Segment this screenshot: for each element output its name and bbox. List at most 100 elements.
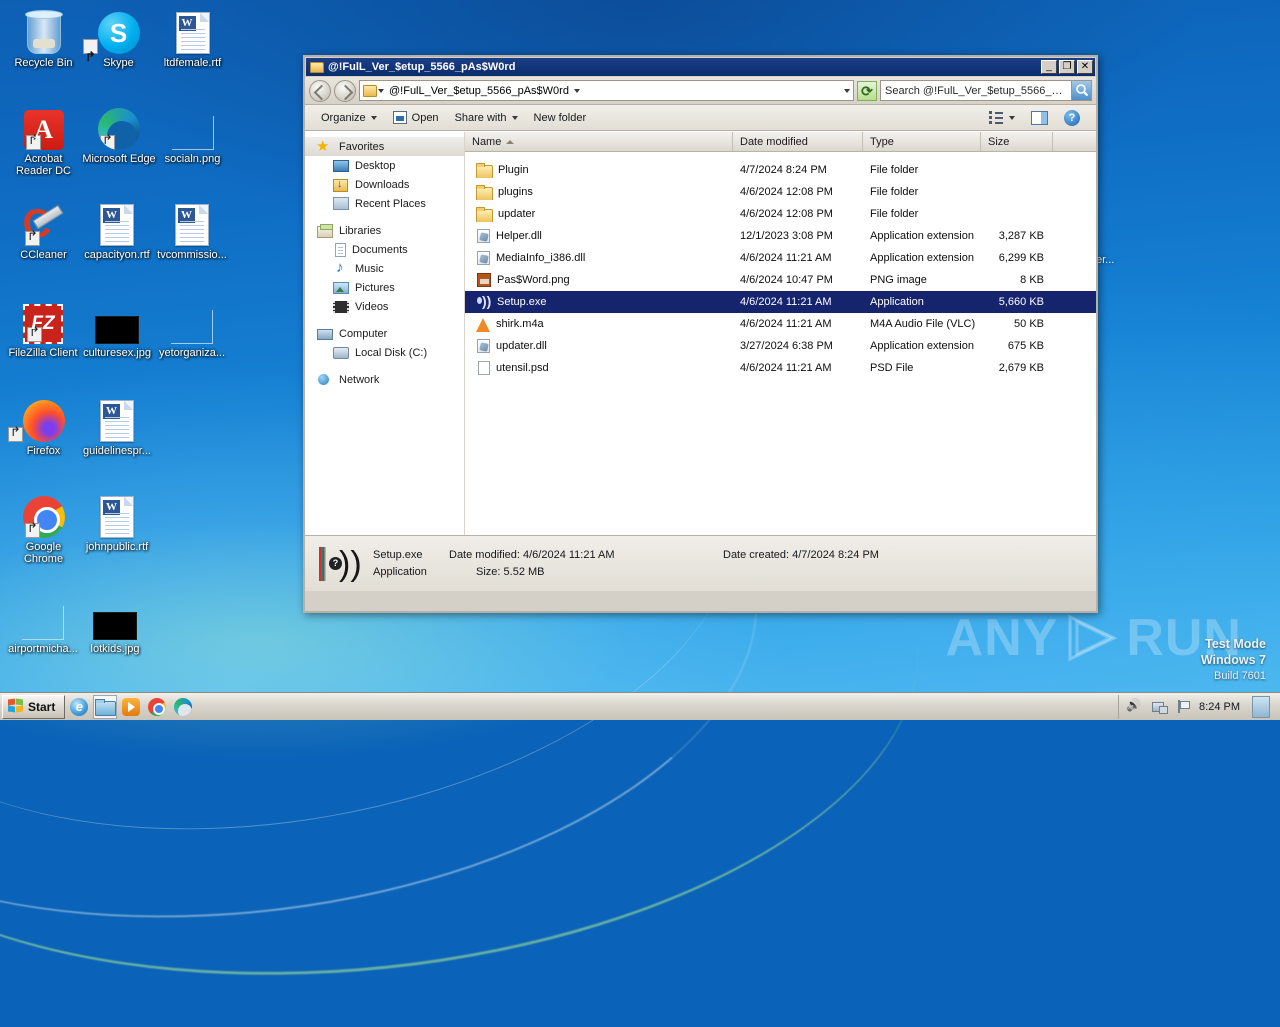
maximize-button[interactable]: ❐ (1059, 60, 1075, 74)
desktop-icon-lotkids-jpg[interactable]: lotkids.jpg (74, 592, 156, 655)
desktop-icon-airportmicha[interactable]: airportmicha... (2, 592, 84, 655)
taskbar-item-google-chrome[interactable] (145, 695, 169, 719)
table-row[interactable]: MediaInfo_i386.dll 4/6/2024 11:21 AM App… (465, 247, 1096, 269)
desktop-icon-recycle-bin[interactable]: Recycle Bin (6, 6, 81, 69)
start-button[interactable]: Start (2, 694, 66, 719)
table-row[interactable]: Helper.dll 12/1/2023 3:08 PM Application… (465, 225, 1096, 247)
desktop-icon-yetorganiza[interactable]: yetorganiza... (152, 296, 232, 359)
table-row[interactable]: shirk.m4a 4/6/2024 11:21 AM M4A Audio Fi… (465, 313, 1096, 335)
sidebar-item-computer[interactable]: Computer (305, 324, 464, 343)
search-input[interactable]: Search @!FulL_Ver_$etup_5566_pAs$... (880, 80, 1092, 101)
show-desktop-icon[interactable] (1252, 695, 1270, 718)
sidebar-item-label: Libraries (339, 224, 382, 237)
taskbar-item-windows-media-player[interactable] (119, 695, 143, 719)
file-name: MediaInfo_i386.dll (496, 252, 586, 264)
desktop-icon-label: socialn.png (164, 153, 221, 165)
png-image-icon (477, 273, 491, 287)
sidebar-item-videos[interactable]: Videos (305, 297, 464, 316)
forward-arrow-icon[interactable] (334, 79, 356, 102)
breadcrumb-chevron-icon[interactable] (573, 88, 580, 93)
taskbar-item-windows-explorer[interactable] (93, 694, 118, 719)
sidebar-item-pictures[interactable]: Pictures (305, 278, 464, 297)
organize-button[interactable]: Organize (313, 107, 385, 129)
psd-file-icon (478, 361, 490, 375)
table-row[interactable]: Plugin 4/7/2024 8:24 PM File folder (465, 159, 1096, 181)
table-row[interactable]: plugins 4/6/2024 12:08 PM File folder (465, 181, 1096, 203)
desktop-icon-microsoft-edge[interactable]: Microsoft Edge (75, 102, 163, 165)
sidebar-item-local-disk-c[interactable]: Local Disk (C:) (305, 343, 464, 362)
desktop-icon-ccleaner[interactable]: CCleaner (6, 198, 81, 261)
folder-icon (476, 184, 493, 200)
desktop-icon-skype[interactable]: S Skype (81, 6, 156, 69)
nav-group-computer: Computer Local Disk (C:) (305, 324, 464, 362)
refresh-button[interactable] (857, 80, 877, 101)
pictures-icon (333, 282, 349, 294)
table-row[interactable]: utensil.psd 4/6/2024 11:21 AM PSD File 2… (465, 357, 1096, 379)
file-type-cell: File folder (870, 208, 919, 220)
table-row[interactable]: Pas$Word.png 4/6/2024 10:47 PM PNG image… (465, 269, 1096, 291)
navigation-pane: Favorites Desktop Downloads Recent Place… (305, 132, 465, 535)
column-header-date-modified[interactable]: Date modified (733, 132, 863, 151)
system-tray: 8:24 PM (1118, 694, 1278, 719)
close-button[interactable]: ✕ (1077, 60, 1093, 74)
sidebar-item-libraries[interactable]: Libraries (305, 221, 464, 240)
sidebar-item-documents[interactable]: Documents (305, 240, 464, 259)
sidebar-item-recent-places[interactable]: Recent Places (305, 194, 464, 213)
new-folder-button[interactable]: New folder (526, 107, 595, 129)
back-arrow-icon[interactable] (309, 79, 331, 102)
sidebar-item-music[interactable]: Music (305, 259, 464, 278)
desktop-icon-tvcommission[interactable]: W tvcommissio... (152, 198, 232, 261)
search-placeholder: Search @!FulL_Ver_$etup_5566_pAs$... (885, 84, 1071, 97)
sidebar-item-downloads[interactable]: Downloads (305, 175, 464, 194)
network-icon[interactable] (1151, 700, 1169, 714)
nav-group-network: Network (305, 370, 464, 389)
desktop-icon-capacityon-rtf[interactable]: W capacityon.rtf (75, 198, 159, 261)
preview-pane-button[interactable] (1023, 107, 1056, 129)
address-bar[interactable]: @!FulL_Ver_$etup_5566_pAs$W0rd (359, 80, 854, 101)
window-title-bar[interactable]: @!FulL_Ver_$etup_5566_pAs$W0rd _ ❐ ✕ (306, 58, 1095, 76)
table-row[interactable]: Setup.exe 4/6/2024 11:21 AM Application … (465, 291, 1096, 313)
column-header-type[interactable]: Type (863, 132, 981, 151)
flag-icon[interactable] (1175, 699, 1191, 714)
open-button[interactable]: Open (385, 107, 447, 129)
volume-icon[interactable] (1127, 700, 1143, 714)
breadcrumb[interactable]: @!FulL_Ver_$etup_5566_pAs$W0rd (389, 85, 569, 97)
desktop-icon-ltdfemale-rtf[interactable]: W ltdfemale.rtf (155, 6, 230, 69)
sidebar-item-desktop[interactable]: Desktop (305, 156, 464, 175)
desktop-icon-acrobat-reader-dc[interactable]: Acrobat Reader DC (6, 102, 81, 177)
change-view-button[interactable] (981, 107, 1023, 129)
rtf-document-icon: W (75, 394, 159, 442)
downloads-icon (333, 178, 349, 192)
taskbar-item-microsoft-edge[interactable] (171, 695, 195, 719)
desktop-icon-socialn-png[interactable]: socialn.png (155, 102, 230, 165)
table-row[interactable]: updater 4/6/2024 12:08 PM File folder (465, 203, 1096, 225)
chevron-down-icon[interactable] (378, 88, 384, 93)
taskbar-item-internet-explorer[interactable] (67, 695, 91, 719)
help-button[interactable] (1056, 107, 1088, 129)
desktop-icon-google-chrome[interactable]: Google Chrome (6, 490, 81, 565)
table-row[interactable]: updater.dll 3/27/2024 6:38 PM Applicatio… (465, 335, 1096, 357)
file-date-cell: 3/27/2024 6:38 PM (740, 340, 833, 352)
sidebar-item-favorites[interactable]: Favorites (305, 137, 464, 156)
address-history-chevron-icon[interactable] (844, 88, 850, 93)
column-header-name[interactable]: Name (465, 132, 733, 151)
desktop-icon-firefox[interactable]: Firefox (6, 394, 81, 457)
search-icon[interactable] (1071, 81, 1091, 100)
sidebar-item-network[interactable]: Network (305, 370, 464, 389)
share-with-button[interactable]: Share with (447, 107, 526, 129)
file-name-cell: Setup.exe (465, 295, 733, 310)
details-text: Setup.exe Date modified: 4/6/2024 11:21 … (373, 547, 879, 581)
desktop-icon-filezilla-client[interactable]: FileZilla Client (3, 296, 83, 359)
desktop-icon-johnpublic-rtf[interactable]: W johnpublic.rtf (75, 490, 159, 553)
clock[interactable]: 8:24 PM (1199, 701, 1240, 713)
rtf-document-icon: W (75, 198, 159, 246)
column-header-size[interactable]: Size (981, 132, 1053, 151)
desktop-icon-culturesex-jpg[interactable]: culturesex.jpg (74, 296, 160, 359)
desktop-icon-guidelinespr[interactable]: W guidelinespr... (75, 394, 159, 457)
libraries-icon (317, 223, 333, 238)
column-header-filler[interactable] (1053, 132, 1096, 151)
sidebar-item-label: Favorites (339, 140, 385, 153)
file-date-cell: 4/6/2024 11:21 AM (740, 252, 832, 264)
sidebar-item-label: Network (339, 373, 380, 386)
minimize-button[interactable]: _ (1041, 60, 1057, 74)
